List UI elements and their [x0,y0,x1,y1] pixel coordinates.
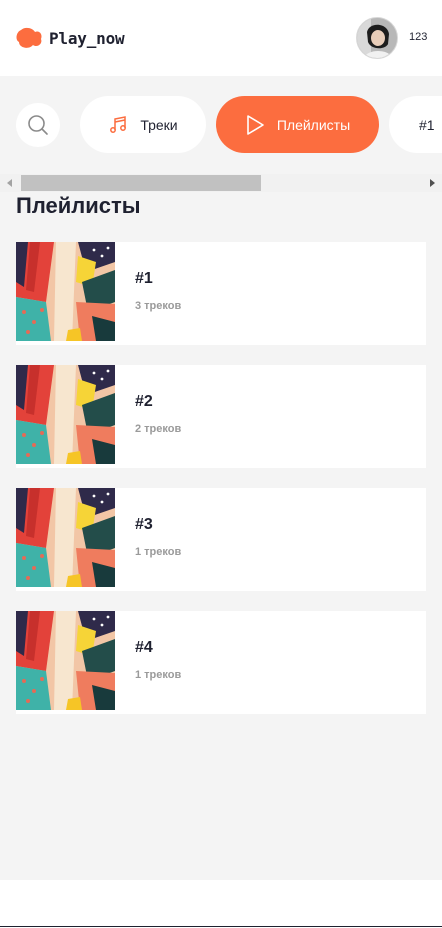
horizontal-scrollbar[interactable] [0,174,442,192]
playlist-track-count: 1 треков [135,669,182,681]
playlist-title: #3 [135,516,153,533]
tab-tracks-label: Треки [140,116,178,133]
playlist-cover-image [16,365,115,464]
logo[interactable]: Play_now [15,26,125,50]
scroll-left-icon[interactable] [7,179,12,187]
playlist-track-count: 2 треков [135,423,182,435]
playlist-list: #1 3 треков #2 2 треков #3 1 треков #4 1… [16,242,426,734]
playlist-card[interactable]: #4 1 треков [16,611,426,714]
tab-playlist-1[interactable]: #1 [389,96,442,153]
logo-text: Play_now [49,28,125,48]
playlist-card[interactable]: #2 2 треков [16,365,426,468]
page-title: Плейлисты [16,193,141,218]
user-photo-icon [357,18,397,58]
tab-playlists-label: Плейлисты [276,116,351,133]
tab-playlist-1-label: #1 [419,116,435,133]
playlist-title: #1 [135,270,153,287]
scrollbar-thumb[interactable] [21,175,261,191]
playlist-cover-image [16,611,115,710]
footer-divider [0,926,442,927]
search-icon [28,115,48,135]
category-tabs: Треки Плейлисты #1 [0,76,442,174]
avatar[interactable] [356,17,398,59]
tab-tracks[interactable]: Треки [80,96,206,153]
logo-icon [16,27,42,48]
playlist-cover-image [16,242,115,341]
scroll-right-icon[interactable] [430,179,435,187]
username[interactable]: 123 [409,31,427,43]
playlist-title: #2 [135,393,153,410]
search-button[interactable] [16,103,60,147]
play-icon [245,114,265,136]
playlist-card[interactable]: #1 3 треков [16,242,426,345]
tab-playlists[interactable]: Плейлисты [216,96,379,153]
music-note-icon [108,115,128,135]
playlist-track-count: 1 треков [135,546,182,558]
playlist-card[interactable]: #3 1 треков [16,488,426,591]
footer-bar [0,880,442,928]
playlist-cover-image [16,488,115,587]
app-header: Play_now 123 [0,0,442,76]
playlist-title: #4 [135,639,153,656]
playlist-track-count: 3 треков [135,300,182,312]
